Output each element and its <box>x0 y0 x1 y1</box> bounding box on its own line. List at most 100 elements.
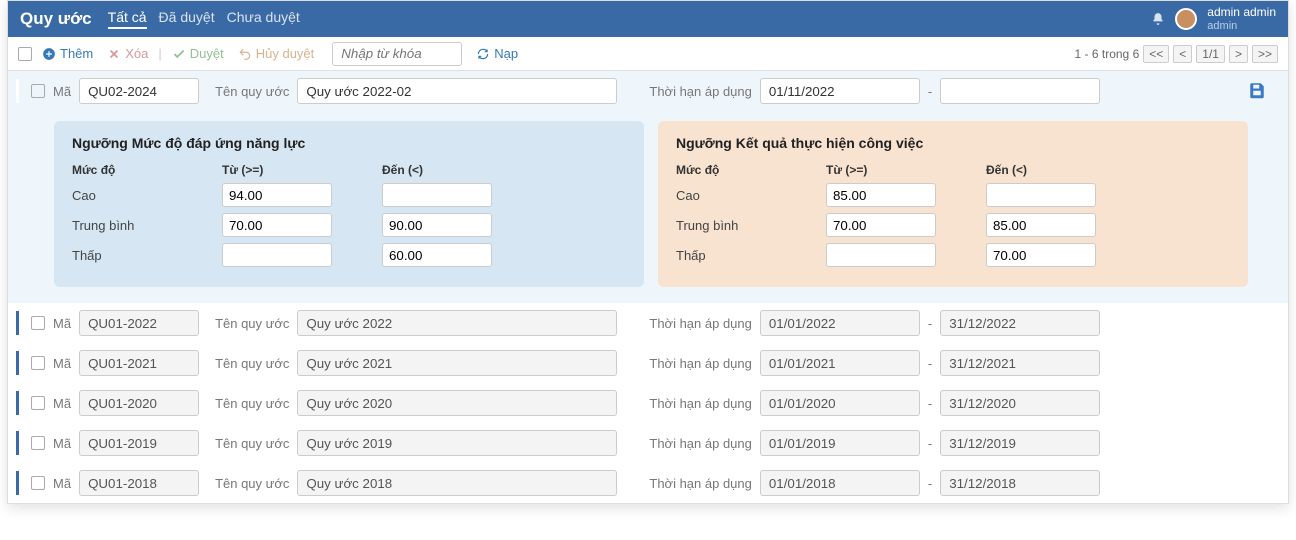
row-indicator <box>16 311 19 335</box>
reload-icon <box>476 47 490 61</box>
label-han: Thời hạn áp dụng <box>649 316 752 331</box>
label-ten: Tên quy ước <box>215 316 289 331</box>
undo-icon <box>238 47 252 61</box>
bell-icon[interactable] <box>1151 12 1165 26</box>
name-field[interactable] <box>297 390 617 416</box>
table-row[interactable]: Mã Tên quy ước Thời hạn áp dụng - <box>8 463 1288 503</box>
approve-button[interactable]: Duyệt <box>168 44 228 63</box>
approve-label: Duyệt <box>190 46 224 61</box>
page-count: 1 - 6 trong 6 <box>1075 47 1140 61</box>
col-level: Mức độ <box>72 163 212 177</box>
page-first[interactable]: << <box>1143 45 1169 63</box>
date-to-field[interactable] <box>940 78 1100 104</box>
date-from-field[interactable] <box>760 430 920 456</box>
date-to-field[interactable] <box>940 390 1100 416</box>
code-field[interactable] <box>79 390 199 416</box>
from-input[interactable] <box>826 213 936 237</box>
level-high: Cao <box>676 188 816 203</box>
code-field[interactable] <box>79 470 199 496</box>
date-from-field[interactable] <box>760 350 920 376</box>
label-ma: Mã <box>53 396 71 411</box>
to-input[interactable] <box>986 213 1096 237</box>
to-input[interactable] <box>986 183 1096 207</box>
row-checkbox[interactable] <box>31 396 45 410</box>
unapprove-label: Hủy duyệt <box>256 46 315 61</box>
row-indicator <box>16 471 19 495</box>
date-from-field[interactable] <box>760 470 920 496</box>
tab-unapproved[interactable]: Chưa duyệt <box>227 9 300 29</box>
label-ten: Tên quy ước <box>215 476 289 491</box>
code-field[interactable] <box>79 310 199 336</box>
user-block[interactable]: admin admin admin <box>1207 6 1276 31</box>
label-ma: Mã <box>53 356 71 371</box>
name-field[interactable] <box>297 310 617 336</box>
row-indicator <box>16 431 19 455</box>
from-input[interactable] <box>222 243 332 267</box>
date-to-field[interactable] <box>940 470 1100 496</box>
row-indicator <box>16 391 19 415</box>
reload-button[interactable]: Nạp <box>476 46 518 61</box>
code-field[interactable] <box>79 78 199 104</box>
select-all-checkbox[interactable] <box>18 47 32 61</box>
date-dash: - <box>928 316 932 331</box>
row-checkbox[interactable] <box>31 476 45 490</box>
to-input[interactable] <box>382 213 492 237</box>
name-field[interactable] <box>297 430 617 456</box>
label-ten: Tên quy ước <box>215 84 289 99</box>
table-row[interactable]: Mã Tên quy ước Thời hạn áp dụng - <box>8 343 1288 383</box>
code-field[interactable] <box>79 430 199 456</box>
col-to: Đến (<) <box>382 163 532 177</box>
to-input[interactable] <box>382 183 492 207</box>
col-from: Từ (>=) <box>222 163 372 177</box>
label-han: Thời hạn áp dụng <box>649 436 752 451</box>
date-from-field[interactable] <box>760 78 920 104</box>
pager: 1 - 6 trong 6 << < 1/1 > >> <box>1075 45 1278 63</box>
save-button[interactable] <box>1248 81 1266 102</box>
name-field[interactable] <box>297 78 617 104</box>
page-next[interactable]: > <box>1229 45 1248 63</box>
table-row[interactable]: Mã Tên quy ước Thời hạn áp dụng - <box>8 303 1288 343</box>
date-to-field[interactable] <box>940 430 1100 456</box>
date-from-field[interactable] <box>760 390 920 416</box>
table-row[interactable]: Mã Tên quy ước Thời hạn áp dụng - <box>8 71 1288 111</box>
page-title: Quy ước <box>20 9 92 29</box>
row-checkbox[interactable] <box>31 356 45 370</box>
delete-button[interactable]: Xóa <box>103 44 152 63</box>
row-checkbox[interactable] <box>31 436 45 450</box>
from-input[interactable] <box>222 213 332 237</box>
table-row[interactable]: Mã Tên quy ước Thời hạn áp dụng - <box>8 423 1288 463</box>
tab-all[interactable]: Tất cả <box>108 9 147 29</box>
date-from-field[interactable] <box>760 310 920 336</box>
row-checkbox[interactable] <box>31 316 45 330</box>
panel-title: Ngưỡng Mức độ đáp ứng năng lực <box>72 135 626 151</box>
name-field[interactable] <box>297 470 617 496</box>
to-input[interactable] <box>986 243 1096 267</box>
panel-title: Ngưỡng Kết quả thực hiện công việc <box>676 135 1230 151</box>
row-checkbox[interactable] <box>31 84 45 98</box>
user-role: admin <box>1207 20 1276 32</box>
col-to: Đến (<) <box>986 163 1136 177</box>
table-row[interactable]: Mã Tên quy ước Thời hạn áp dụng - <box>8 383 1288 423</box>
x-icon <box>107 47 121 61</box>
date-dash: - <box>928 396 932 411</box>
avatar[interactable] <box>1175 8 1197 30</box>
from-input[interactable] <box>826 243 936 267</box>
to-input[interactable] <box>382 243 492 267</box>
label-han: Thời hạn áp dụng <box>649 396 752 411</box>
page-last[interactable]: >> <box>1252 45 1278 63</box>
date-dash: - <box>928 84 932 99</box>
code-field[interactable] <box>79 350 199 376</box>
unapprove-button[interactable]: Hủy duyệt <box>234 44 319 63</box>
tab-approved[interactable]: Đã duyệt <box>159 9 215 29</box>
col-from: Từ (>=) <box>826 163 976 177</box>
page-prev[interactable]: < <box>1173 45 1192 63</box>
name-field[interactable] <box>297 350 617 376</box>
from-input[interactable] <box>826 183 936 207</box>
from-input[interactable] <box>222 183 332 207</box>
date-to-field[interactable] <box>940 310 1100 336</box>
date-to-field[interactable] <box>940 350 1100 376</box>
label-ma: Mã <box>53 84 71 99</box>
search-input[interactable] <box>332 42 462 66</box>
add-button[interactable]: Thêm <box>38 44 97 63</box>
plus-icon <box>42 47 56 61</box>
